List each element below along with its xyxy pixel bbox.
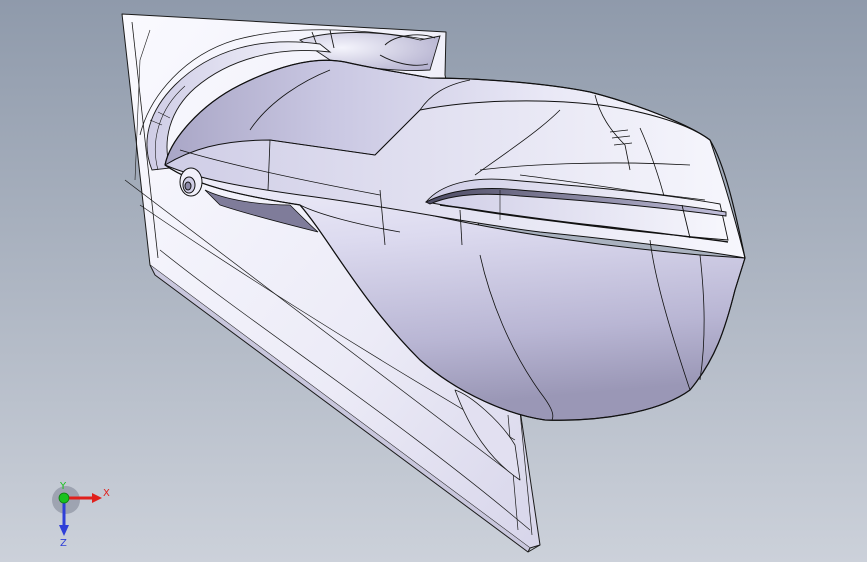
orientation-triad[interactable]: X Z Y (40, 478, 120, 549)
y-axis-label: Y (59, 481, 67, 492)
model-canvas[interactable] (0, 0, 867, 562)
z-axis-label: Z (60, 538, 67, 548)
3d-viewport[interactable]: X Z Y (0, 0, 867, 562)
x-axis-label: X (103, 488, 110, 499)
mounting-stud[interactable] (179, 167, 203, 197)
